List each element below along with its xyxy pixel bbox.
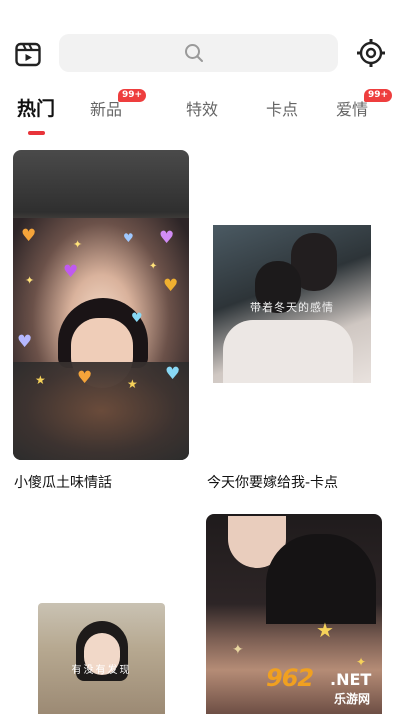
card-overlay-text: 带着冬天的感情	[250, 301, 334, 314]
star-icon: ✦	[25, 274, 35, 287]
card-overlay-text: 有没有发现	[71, 665, 132, 676]
star-icon: ★	[35, 373, 46, 387]
star-icon: ✦	[149, 261, 158, 272]
tab-new[interactable]: 新品 99+	[90, 89, 147, 120]
active-tab-indicator	[28, 131, 45, 135]
watermark-suffix: .NET	[330, 670, 372, 689]
figure-hood	[266, 534, 376, 624]
category-tabs: 热门 新品 99+ 特效 卡点 爱情 99+	[0, 86, 400, 136]
star-icon: ✦	[73, 238, 83, 251]
heart-icon: ♥	[165, 364, 181, 384]
watermark-number: 962	[266, 664, 314, 692]
top-bar	[0, 0, 400, 80]
heart-icon: ♥	[163, 276, 179, 296]
heart-icon: ♥	[77, 368, 93, 388]
heart-icon: ♥	[17, 332, 33, 352]
search-icon	[185, 44, 203, 62]
heart-icon: ♥	[63, 262, 79, 282]
tab-label: 热门	[17, 98, 56, 120]
tab-label: 新品	[90, 100, 123, 119]
card-caption: 小傻瓜土味情話	[14, 475, 112, 491]
tab-hot[interactable]: 热门	[17, 94, 55, 121]
gear-icon[interactable]	[356, 38, 386, 68]
card-caption: 今天你要嫁给我-卡点	[207, 475, 339, 491]
heart-icon: ♥	[159, 228, 175, 248]
star-icon: ✦	[232, 642, 244, 658]
tab-label: 爱情	[336, 100, 369, 119]
tab-love[interactable]: 爱情 99+	[336, 89, 393, 120]
clapperboard-icon[interactable]	[14, 40, 42, 68]
template-card-2[interactable]: 带着冬天的感情	[213, 225, 371, 383]
heart-icon: ♥	[131, 311, 143, 326]
tab-beat[interactable]: 卡点	[266, 96, 298, 120]
figure-shirt	[223, 320, 353, 383]
heart-icon: ♥	[123, 231, 134, 245]
count-badge: 99+	[364, 89, 393, 102]
tab-label: 卡点	[266, 100, 299, 119]
star-icon: ★	[127, 377, 138, 391]
template-card-3[interactable]: 有没有发现	[38, 603, 165, 714]
tab-effects[interactable]: 特效	[186, 96, 218, 120]
site-watermark: 962 .NET 乐游网	[258, 662, 394, 710]
heart-icon: ♥	[21, 226, 37, 246]
star-icon: ★	[316, 618, 334, 642]
template-card-1[interactable]: ♥ ♥ ♥ ♥ ♥ ♥ ♥ ♥ ♥ ★ ★ ✦ ✦ ✦	[13, 150, 189, 460]
watermark-text: 乐游网	[334, 692, 371, 706]
search-input[interactable]	[59, 34, 338, 72]
tab-label: 特效	[186, 100, 219, 119]
count-badge: 99+	[118, 89, 147, 102]
